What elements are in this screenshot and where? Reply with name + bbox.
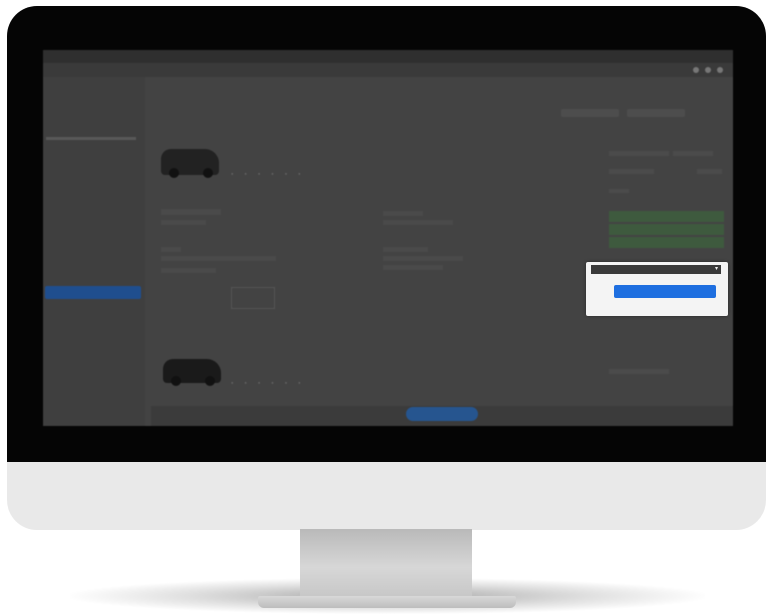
price-line: [609, 151, 669, 156]
feature-item: [258, 380, 262, 385]
monitor-chin: [7, 462, 766, 530]
filter-item[interactable]: [46, 329, 82, 335]
filter-item[interactable]: [46, 369, 84, 375]
price-row-highlight: [609, 224, 724, 235]
filter-slider[interactable]: [46, 137, 136, 140]
browser-address-bar[interactable]: [43, 50, 733, 63]
filter-item[interactable]: [46, 180, 140, 186]
detail-line: [161, 268, 216, 273]
feature-item: [231, 171, 235, 176]
filter-item[interactable]: [46, 237, 116, 243]
filter-item[interactable]: [46, 113, 101, 119]
feature-item: [271, 171, 275, 176]
payment-popup: ▾: [586, 262, 728, 316]
detail-line: [383, 220, 453, 225]
monitor-stand-base: [258, 596, 516, 608]
view-dropdown[interactable]: [627, 109, 685, 117]
payment-select[interactable]: ▾: [591, 265, 721, 274]
car-image[interactable]: [163, 359, 221, 386]
feature-item: [285, 171, 289, 176]
price-row-highlight: [609, 237, 724, 248]
filter-item[interactable]: [46, 122, 86, 128]
price-line: [609, 189, 629, 193]
filter-item[interactable]: [46, 339, 76, 345]
pay-button[interactable]: [614, 285, 716, 298]
car-image[interactable]: [161, 149, 219, 178]
filter-item[interactable]: [46, 160, 134, 166]
filter-item[interactable]: [46, 190, 136, 196]
price-row-highlight: [609, 211, 724, 222]
detail-line: [161, 256, 276, 261]
menu-icon[interactable]: [717, 67, 723, 73]
detail-line: [383, 265, 443, 270]
filter-item[interactable]: [46, 389, 80, 395]
cookie-banner: [151, 406, 733, 426]
feature-item: [258, 171, 262, 176]
monitor-stand-neck: [300, 529, 472, 599]
filter-item[interactable]: [46, 379, 66, 385]
filter-item[interactable]: [46, 399, 74, 405]
car-features: [231, 171, 303, 176]
detail-line: [383, 247, 428, 252]
detail-line: [161, 220, 206, 225]
filter-item[interactable]: [46, 316, 66, 322]
feature-item: [285, 380, 289, 385]
feature-item: [271, 380, 275, 385]
apply-filters-button[interactable]: [45, 286, 141, 299]
filter-item[interactable]: [46, 104, 116, 110]
filter-item[interactable]: [46, 170, 136, 176]
feature-item: [244, 171, 248, 176]
detail-line: [161, 209, 221, 215]
profile-icon[interactable]: [705, 67, 711, 73]
payment-note: [612, 303, 717, 309]
chevron-down-icon: ▾: [714, 266, 718, 272]
feature-item: [298, 380, 302, 385]
results-area: [151, 77, 733, 426]
filter-item[interactable]: [46, 205, 106, 211]
browser-toolbar-icons: [693, 63, 723, 77]
feature-item: [298, 171, 302, 176]
price-line: [609, 169, 654, 174]
filter-item[interactable]: [46, 349, 82, 355]
banner-accept-button[interactable]: [406, 407, 478, 421]
detail-line: [383, 256, 463, 261]
car-features: [231, 380, 303, 385]
detail-line: [161, 247, 181, 252]
feature-item: [244, 380, 248, 385]
extension-icon[interactable]: [693, 67, 699, 73]
feature-item: [231, 380, 235, 385]
rating-box: [231, 287, 275, 309]
sort-dropdown[interactable]: [561, 109, 619, 117]
detail-line: [383, 211, 423, 216]
filter-item[interactable]: [46, 359, 78, 365]
price-line: [697, 169, 722, 174]
filter-item[interactable]: [46, 149, 138, 155]
price-line: [609, 369, 669, 374]
price-line: [673, 151, 713, 156]
screen: [43, 50, 733, 426]
filter-sidebar: [43, 77, 145, 426]
bookmarks-bar: [43, 63, 733, 77]
sort-controls: [561, 109, 685, 117]
